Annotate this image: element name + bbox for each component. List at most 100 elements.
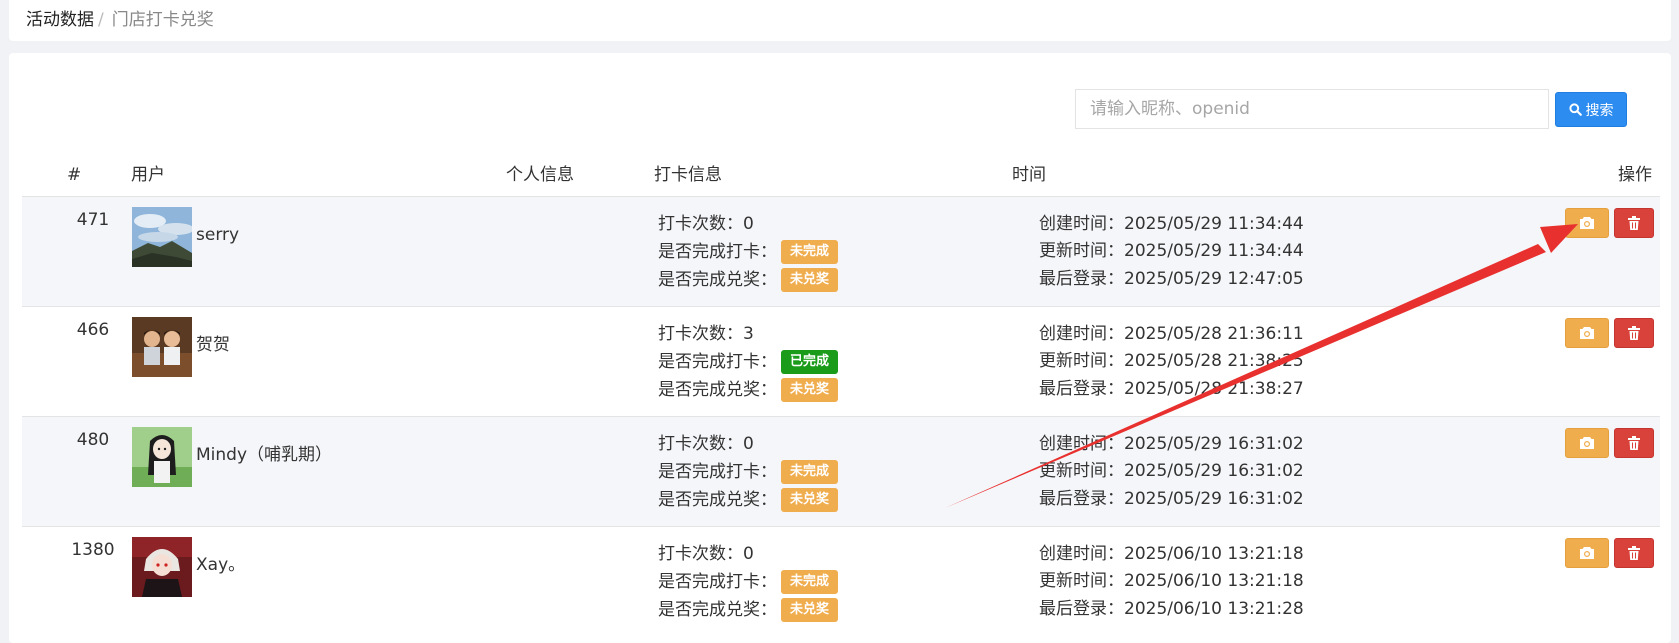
status-badge: 已完成 (781, 350, 839, 374)
camera-button[interactable] (1565, 428, 1609, 458)
last-login-value: 2025/05/28 21:38:27 (1124, 379, 1304, 399)
status-badge: 未兑奖 (781, 598, 839, 622)
delete-button[interactable] (1614, 538, 1654, 568)
checkin-status-label: 是否完成打卡： (658, 352, 777, 372)
updated-time-value: 2025/05/29 11:34:44 (1124, 241, 1304, 261)
column-header-checkin-info: 打卡信息 (654, 165, 722, 185)
trash-icon (1628, 216, 1640, 230)
breadcrumb-separator: / (98, 10, 104, 30)
last-login-time: 最后登录：2025/05/29 12:47:05 (1039, 268, 1304, 290)
column-header-profile: 个人信息 (506, 165, 574, 185)
created-time-value: 2025/06/10 13:21:18 (1124, 544, 1304, 564)
camera-icon (1580, 437, 1594, 449)
camera-icon (1580, 547, 1594, 559)
created-time: 创建时间：2025/05/28 21:36:11 (1039, 323, 1304, 345)
user-nickname: serry (196, 225, 240, 245)
camera-button[interactable] (1565, 318, 1609, 348)
camera-button[interactable] (1565, 208, 1609, 238)
breadcrumb: 活动数据 / 门店打卡兑奖 (9, 0, 1671, 41)
trash-icon (1628, 326, 1640, 340)
last-login-value: 2025/06/10 13:21:28 (1124, 599, 1304, 619)
column-header-time: 时间 (1012, 165, 1046, 185)
updated-time-label: 更新时间： (1039, 461, 1124, 481)
column-header-index: # (67, 165, 82, 185)
updated-time: 更新时间：2025/05/28 21:38:25 (1039, 350, 1304, 372)
row-id: 471 (76, 210, 110, 230)
status-badge: 未兑奖 (781, 378, 839, 402)
created-time: 创建时间：2025/05/29 16:31:02 (1039, 433, 1304, 455)
table-row: 471 serry 打卡次数：0 是否完成打卡： 未完成 是否完成兑奖： 未兑奖 创… (22, 197, 1660, 307)
search-button-label: 搜索 (1585, 102, 1614, 119)
updated-time-value: 2025/06/10 13:21:18 (1124, 571, 1304, 591)
checkin-count-value: 0 (743, 544, 754, 564)
created-time-label: 创建时间： (1039, 214, 1124, 234)
created-time-value: 2025/05/28 21:36:11 (1124, 324, 1304, 344)
trash-icon (1628, 436, 1640, 450)
delete-button[interactable] (1614, 428, 1654, 458)
checkin-status-label: 是否完成打卡： (658, 462, 777, 482)
created-time-label: 创建时间： (1039, 544, 1124, 564)
prize-status: 是否完成兑奖： 未兑奖 (658, 378, 839, 402)
column-header-actions: 操作 (1618, 165, 1652, 185)
delete-button[interactable] (1614, 318, 1654, 348)
status-badge: 未完成 (781, 240, 839, 264)
checkin-count: 打卡次数：3 (658, 323, 754, 345)
checkin-count-label: 打卡次数： (658, 544, 743, 564)
breadcrumb-item-activity-data[interactable]: 活动数据 (26, 10, 94, 30)
camera-icon (1580, 327, 1594, 339)
updated-time: 更新时间：2025/05/29 16:31:02 (1039, 460, 1304, 482)
search-input[interactable] (1075, 89, 1549, 129)
table-row: 1380 Xay。 打卡次数：0 是否完成打卡： 未完成 是否完成兑奖： 未兑奖 创… (22, 527, 1660, 629)
last-login-time: 最后登录：2025/05/28 21:38:27 (1039, 378, 1304, 400)
checkin-count-label: 打卡次数： (658, 214, 743, 234)
created-time-label: 创建时间： (1039, 434, 1124, 454)
created-time-value: 2025/05/29 11:34:44 (1124, 214, 1304, 234)
checkin-status: 是否完成打卡： 未完成 (658, 460, 839, 484)
checkin-count-label: 打卡次数： (658, 324, 743, 344)
checkin-status: 是否完成打卡： 未完成 (658, 570, 839, 594)
updated-time-value: 2025/05/29 16:31:02 (1124, 461, 1304, 481)
checkin-count-label: 打卡次数： (658, 434, 743, 454)
camera-button[interactable] (1565, 538, 1609, 568)
avatar (132, 537, 192, 597)
breadcrumb-item-current: 门店打卡兑奖 (111, 10, 214, 30)
prize-status-label: 是否完成兑奖： (658, 600, 777, 620)
last-login-time: 最后登录：2025/05/29 16:31:02 (1039, 488, 1304, 510)
avatar (132, 427, 192, 487)
table-row: 480 Mindy（哺乳期） 打卡次数：0 是否完成打卡： 未完成 是否完成兑奖：… (22, 417, 1660, 527)
search-button[interactable]: 搜索 (1555, 92, 1627, 127)
checkin-count-value: 0 (743, 434, 754, 454)
checkin-status-label: 是否完成打卡： (658, 572, 777, 592)
status-badge: 未兑奖 (781, 268, 839, 292)
last-login-label: 最后登录： (1039, 379, 1124, 399)
updated-time: 更新时间：2025/05/29 11:34:44 (1039, 240, 1304, 262)
user-nickname: 贺贺 (196, 335, 230, 355)
avatar (132, 317, 192, 377)
camera-icon (1580, 217, 1594, 229)
created-time-value: 2025/05/29 16:31:02 (1124, 434, 1304, 454)
updated-time: 更新时间：2025/06/10 13:21:18 (1039, 570, 1304, 592)
checkin-status: 是否完成打卡： 已完成 (658, 350, 839, 374)
checkin-count: 打卡次数：0 (658, 433, 754, 455)
status-badge: 未兑奖 (781, 488, 839, 512)
checkin-status-label: 是否完成打卡： (658, 242, 777, 262)
created-time: 创建时间：2025/05/29 11:34:44 (1039, 213, 1304, 235)
updated-time-label: 更新时间： (1039, 351, 1124, 371)
user-nickname: Mindy（哺乳期） (196, 445, 333, 465)
checkin-count-value: 0 (743, 214, 754, 234)
prize-status: 是否完成兑奖： 未兑奖 (658, 488, 839, 512)
prize-status-label: 是否完成兑奖： (658, 380, 777, 400)
checkin-count: 打卡次数：0 (658, 213, 754, 235)
last-login-label: 最后登录： (1039, 269, 1124, 289)
status-badge: 未完成 (781, 570, 839, 594)
last-login-value: 2025/05/29 16:31:02 (1124, 489, 1304, 509)
prize-status: 是否完成兑奖： 未兑奖 (658, 598, 839, 622)
updated-time-value: 2025/05/28 21:38:25 (1124, 351, 1304, 371)
prize-status: 是否完成兑奖： 未兑奖 (658, 268, 839, 292)
last-login-label: 最后登录： (1039, 489, 1124, 509)
delete-button[interactable] (1614, 208, 1654, 238)
row-id: 466 (76, 320, 110, 340)
prize-status-label: 是否完成兑奖： (658, 270, 777, 290)
last-login-time: 最后登录：2025/06/10 13:21:28 (1039, 598, 1304, 620)
created-time: 创建时间：2025/06/10 13:21:18 (1039, 543, 1304, 565)
